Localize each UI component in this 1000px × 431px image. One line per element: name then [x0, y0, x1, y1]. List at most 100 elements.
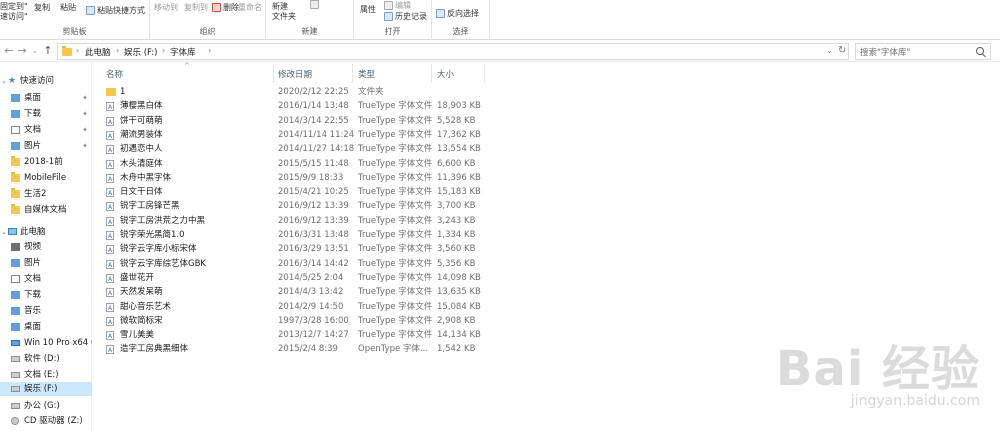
file-name: 木头清庭体 [120, 158, 163, 169]
edit-button[interactable]: 编辑 [384, 0, 411, 11]
nav-item-downloads[interactable]: 下载 ✦ [0, 107, 92, 121]
chevron-down-icon[interactable]: ⌄ [1, 74, 7, 88]
file-size: 13,554 KB [437, 144, 481, 155]
nav-drive-g[interactable]: 办公 (G:) [0, 399, 92, 413]
nav-pc-downloads[interactable]: 下载 [0, 288, 92, 302]
nav-drive-c[interactable]: Win 10 Pro x64 (C: [0, 336, 103, 350]
nav-drive-z[interactable]: CD 驱动器 (Z:) [0, 414, 92, 428]
recent-chevron-down-icon[interactable]: ⌄ [29, 44, 41, 58]
column-divider[interactable] [273, 64, 274, 82]
delete-button[interactable]: 删除 [212, 2, 239, 13]
organize-group-label: 组织 [199, 27, 216, 36]
paste-button[interactable]: 粘贴 [60, 2, 76, 13]
nav-quick-access[interactable]: ⌄ ★ 快速访问 [0, 74, 92, 88]
column-divider[interactable] [431, 64, 432, 82]
table-row[interactable]: 微软简标宋 1997/3/28 16:00 TrueType 字体文件 2,908 K… [102, 314, 486, 330]
breadcrumb-font-library[interactable]: 字体库 [170, 46, 196, 58]
nav-item-media-docs[interactable]: 自媒体文档 [0, 203, 92, 217]
nav-pc-videos[interactable]: 视频 [0, 240, 92, 254]
copy-to-button[interactable]: 复制到 [184, 2, 208, 13]
up-arrow-icon[interactable]: ↑ [42, 44, 54, 58]
column-header-date[interactable]: 修改日期 [278, 68, 312, 80]
search-icon[interactable] [976, 47, 984, 55]
table-row[interactable]: 甜心音乐艺术 2014/2/9 14:50 TrueType 字体文件 15,084 … [102, 300, 486, 316]
copy-button[interactable]: 复制 [34, 2, 50, 13]
paste-shortcut-label: 粘贴快捷方式 [97, 6, 145, 15]
font-file-icon [106, 230, 114, 244]
column-header-type[interactable]: 类型 [358, 68, 375, 80]
rename-button[interactable]: 重命名 [238, 2, 262, 13]
column-header-name[interactable]: 名称 [106, 68, 123, 80]
table-row[interactable]: 木舟中黑字体 2015/9/9 18:33 TrueType 字体文件 11,396 … [102, 171, 486, 187]
table-row[interactable]: 锐字工房洪荒之力中黑 2016/9/12 13:39 TrueType 字体文件 3,… [102, 214, 486, 230]
file-name: 锐字工房锋芒黑 [120, 201, 180, 212]
table-row[interactable]: 锐字工房锋芒黑 2016/9/12 13:39 TrueType 字体文件 3,700… [102, 199, 486, 215]
table-row[interactable]: 薄樱黑白体 2016/1/14 13:48 TrueType 字体文件 18,903 … [102, 99, 486, 115]
nav-item-desktop[interactable]: 桌面 ✦ [0, 91, 92, 105]
nav-item-mobilefile[interactable]: MobileFile [0, 171, 92, 185]
column-header-size[interactable]: 大小 [437, 68, 454, 80]
nav-this-pc[interactable]: ⌄ 此电脑 [0, 225, 92, 239]
nav-label: 快速访问 [20, 76, 55, 86]
nav-item-2018[interactable]: 2018-1前 [0, 155, 92, 169]
chevron-down-icon[interactable]: ⌄ [1, 225, 7, 239]
pin-quick-access-button[interactable]: 固定到" 速访问" [0, 2, 28, 22]
table-row[interactable]: 造字工房典黑细体 2015/2/4 8:39 OpenType 字体... 1,542… [102, 342, 486, 358]
table-row[interactable]: 日文干日体 2015/4/21 10:25 TrueType 字体文件 15,183 … [102, 185, 486, 201]
table-row[interactable]: 潮流男装体 2014/11/14 11:24TrueType 字体文件 17,362… [102, 128, 486, 144]
table-row[interactable]: 锐字荣光黑简1.0 2016/3/31 13:48 TrueType 字体文件 1,3… [102, 228, 486, 244]
table-row[interactable]: 盛世花开 2014/5/25 2:04 TrueType 字体文件 14,098 KB [102, 271, 486, 287]
nav-drive-f[interactable]: 娱乐 (F:) [0, 382, 92, 396]
nav-drive-e[interactable]: 文档 (E:) [0, 368, 92, 382]
table-row[interactable]: 锐字云字库小标宋体 2016/3/29 13:51 TrueType 字体文件 3,5… [102, 242, 486, 258]
file-date: 2014/2/9 14:50 [278, 301, 344, 312]
file-size: 3,243 KB [437, 215, 476, 226]
breadcrumb-drive-f[interactable]: 娱乐 (F:) [124, 46, 157, 58]
address-bar[interactable]: › 此电脑 › 娱乐 (F:) › 字体库 › ⌄ ↻ [57, 43, 849, 60]
nav-pc-music[interactable]: 音乐 [0, 304, 92, 318]
nav-pc-pictures[interactable]: 图片 [0, 256, 92, 270]
properties-button[interactable]: 属性 [360, 4, 376, 15]
file-type: TrueType 字体文件 [358, 301, 433, 312]
nav-item-pictures[interactable]: 图片 ✦ [0, 139, 92, 153]
pin-icon[interactable]: ✦ [82, 107, 88, 121]
move-to-button[interactable]: 移动到 [154, 2, 178, 13]
back-arrow-icon[interactable]: ← [3, 44, 15, 58]
pin-icon[interactable]: ✦ [82, 91, 88, 105]
font-file-icon [106, 201, 114, 215]
nav-item-life2[interactable]: 生活2 [0, 187, 92, 201]
breadcrumb-separator-icon: › [162, 46, 166, 55]
column-divider[interactable] [484, 64, 485, 82]
nav-item-documents[interactable]: 文档 ✦ [0, 123, 92, 137]
nav-label: CD 驱动器 (Z:) [24, 416, 83, 426]
search-box[interactable]: 搜索"字体库" [855, 43, 991, 60]
address-history-chevron-icon[interactable]: ⌄ [826, 46, 833, 55]
nav-pc-desktop[interactable]: 桌面 [0, 320, 92, 334]
history-button[interactable]: 历史记录 [384, 11, 427, 22]
file-size: 3,560 KB [437, 244, 476, 255]
breadcrumb-this-pc[interactable]: 此电脑 [85, 46, 111, 58]
new-item-icon[interactable] [310, 0, 321, 9]
table-row[interactable]: 初遇恋中人 2014/11/27 14:18TrueType 字体文件 13,554… [102, 142, 486, 158]
font-file-icon [106, 330, 114, 344]
table-row[interactable]: 锐字云字库综艺体GBK 2016/3/14 14:42 TrueType 字体文件 5… [102, 257, 486, 273]
table-row[interactable]: 天然发呆萌 2014/4/3 13:42 TrueType 字体文件 13,635 K… [102, 285, 486, 301]
nav-pc-documents[interactable]: 文档 [0, 272, 92, 286]
table-row[interactable]: 饼干可萌萌 2014/3/14 22:55 TrueType 字体文件 5,528 K… [102, 114, 486, 130]
file-size: 3,700 KB [437, 201, 476, 212]
pin-icon[interactable]: ✦ [82, 123, 88, 137]
file-size: 1,334 KB [437, 230, 476, 240]
table-row[interactable]: 木头清庭体 2015/5/15 11:48 TrueType 字体文件 6,600 K… [102, 157, 486, 173]
new-folder-button[interactable]: 新建 文件夹 [272, 2, 296, 22]
file-date: 2016/9/12 13:39 [278, 201, 349, 212]
refresh-icon[interactable]: ↻ [838, 45, 846, 56]
paste-shortcut-button[interactable]: 粘贴快捷方式 [86, 5, 145, 16]
nav-drive-d[interactable]: 软件 (D:) [0, 352, 92, 366]
table-row[interactable]: 雪儿美美 2013/12/7 14:27 TrueType 字体文件 14,134 K… [102, 328, 486, 344]
table-row[interactable]: 1 2020/2/12 22:25 文件夹 [102, 85, 486, 99]
pin-icon[interactable]: ✦ [82, 139, 88, 153]
forward-arrow-icon[interactable]: → [16, 44, 28, 58]
folder-icon [11, 172, 20, 182]
column-divider[interactable] [352, 64, 353, 82]
invert-selection-button[interactable]: 反向选择 [436, 8, 479, 19]
